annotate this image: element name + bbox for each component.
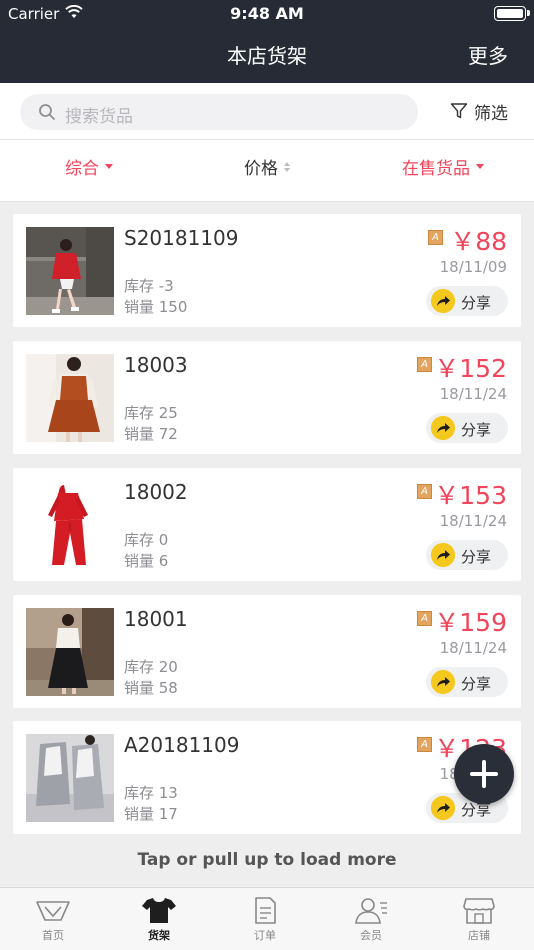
product-thumbnail bbox=[26, 608, 114, 696]
tab-shelf-label: 货架 bbox=[148, 929, 170, 942]
badge-a-icon: A bbox=[417, 611, 432, 626]
share-label: 分享 bbox=[461, 548, 492, 566]
filter-label: 筛选 bbox=[474, 103, 508, 124]
product-name: S20181109 bbox=[124, 226, 239, 250]
tab-home[interactable]: 首页 bbox=[18, 896, 88, 943]
product-stock: 库存 13 bbox=[124, 784, 178, 802]
sort-arrows-icon bbox=[284, 161, 290, 172]
product-date: 18/11/24 bbox=[439, 512, 507, 530]
home-icon bbox=[36, 901, 70, 921]
sort-price[interactable]: 价格 bbox=[244, 154, 290, 179]
product-stock: 库存 20 bbox=[124, 658, 178, 676]
share-button[interactable]: 分享 bbox=[426, 286, 508, 316]
sort-status[interactable]: 在售货品 bbox=[402, 154, 484, 179]
sort-price-label: 价格 bbox=[244, 159, 278, 179]
product-card[interactable]: 18003 库存 25 销量 72 A ￥152 18/11/24 分享 bbox=[13, 341, 521, 454]
product-price: ￥88 bbox=[450, 227, 507, 256]
share-icon bbox=[431, 543, 455, 567]
badge-a-icon: A bbox=[417, 357, 432, 372]
product-name: A20181109 bbox=[124, 733, 240, 757]
product-stock: 库存 0 bbox=[124, 531, 169, 549]
product-card[interactable]: 18002 库存 0 销量 6 A ￥153 18/11/24 分享 bbox=[13, 468, 521, 581]
product-price: ￥152 bbox=[434, 354, 507, 383]
product-name: 18001 bbox=[124, 607, 188, 631]
nav-header: Carrier 9:48 AM 本店货架 更多 bbox=[0, 0, 534, 83]
share-icon bbox=[431, 416, 455, 440]
tshirt-icon bbox=[142, 898, 176, 923]
product-stock: 库存 25 bbox=[124, 404, 178, 422]
product-thumbnail bbox=[26, 227, 114, 315]
tab-store-label: 店铺 bbox=[468, 929, 490, 942]
share-icon bbox=[431, 289, 455, 313]
share-button[interactable]: 分享 bbox=[426, 413, 508, 443]
tab-members-label: 会员 bbox=[360, 929, 382, 942]
add-product-button[interactable] bbox=[454, 744, 514, 804]
tab-orders[interactable]: 订单 bbox=[230, 896, 300, 943]
product-sales: 销量 6 bbox=[124, 552, 169, 570]
tab-store[interactable]: 店铺 bbox=[444, 896, 514, 943]
sort-comprehensive-label: 综合 bbox=[65, 159, 99, 179]
sort-status-label: 在售货品 bbox=[402, 159, 470, 179]
badge-a-icon: A bbox=[428, 230, 443, 245]
product-list[interactable]: S20181109 库存 -3 销量 150 A ￥88 18/11/09 分享 bbox=[0, 190, 534, 887]
caret-down-icon bbox=[105, 164, 113, 169]
share-button[interactable]: 分享 bbox=[426, 540, 508, 570]
load-more-label[interactable]: Tap or pull up to load more bbox=[0, 850, 534, 870]
badge-a-icon: A bbox=[417, 484, 432, 499]
tab-orders-label: 订单 bbox=[254, 929, 276, 942]
search-input[interactable]: 搜索货品 bbox=[20, 94, 418, 130]
product-sales: 销量 72 bbox=[124, 425, 178, 443]
product-thumbnail bbox=[26, 481, 114, 569]
product-name: 18002 bbox=[124, 480, 188, 504]
search-bar: 搜索货品 筛选 bbox=[0, 83, 534, 140]
product-sales: 销量 17 bbox=[124, 805, 178, 823]
share-icon bbox=[431, 670, 455, 694]
product-date: 18/11/24 bbox=[439, 639, 507, 657]
product-price: ￥153 bbox=[434, 481, 507, 510]
tab-bar: 首页 货架 订单 会员 店铺 bbox=[0, 887, 534, 950]
more-button[interactable]: 更多 bbox=[468, 40, 508, 69]
share-label: 分享 bbox=[461, 675, 492, 693]
tab-shelf[interactable]: 货架 bbox=[124, 896, 194, 943]
product-thumbnail bbox=[26, 734, 114, 822]
share-label: 分享 bbox=[461, 294, 492, 312]
share-button[interactable]: 分享 bbox=[426, 667, 508, 697]
search-icon bbox=[39, 104, 55, 120]
product-card[interactable]: A20181109 库存 13 销量 17 A ￥123 18/11/24 分享 bbox=[13, 721, 521, 834]
order-icon bbox=[255, 897, 276, 924]
product-sales: 销量 58 bbox=[124, 679, 178, 697]
battery-icon bbox=[494, 6, 526, 21]
product-price: ￥159 bbox=[434, 608, 507, 637]
page-title: 本店货架 bbox=[227, 44, 307, 68]
product-stock: 库存 -3 bbox=[124, 277, 174, 295]
product-card[interactable]: 18001 库存 20 销量 58 A ￥159 18/11/24 分享 bbox=[13, 595, 521, 708]
filter-button[interactable]: 筛选 bbox=[450, 98, 508, 124]
product-card[interactable]: S20181109 库存 -3 销量 150 A ￥88 18/11/09 分享 bbox=[13, 214, 521, 327]
member-icon bbox=[355, 898, 387, 924]
product-name: 18003 bbox=[124, 353, 188, 377]
share-label: 分享 bbox=[461, 421, 492, 439]
product-thumbnail bbox=[26, 354, 114, 442]
share-icon bbox=[431, 796, 455, 820]
badge-a-icon: A bbox=[417, 737, 432, 752]
clock: 9:48 AM bbox=[230, 4, 304, 23]
product-sales: 销量 150 bbox=[124, 298, 188, 316]
product-date: 18/11/09 bbox=[439, 258, 507, 276]
tab-home-label: 首页 bbox=[42, 929, 64, 942]
search-placeholder: 搜索货品 bbox=[65, 107, 133, 127]
sort-bar: 综合 价格 在售货品 bbox=[0, 140, 534, 190]
status-bar: Carrier 9:48 AM bbox=[0, 0, 534, 28]
filter-icon bbox=[450, 103, 468, 119]
store-icon bbox=[463, 898, 495, 924]
tab-members[interactable]: 会员 bbox=[336, 896, 406, 943]
product-date: 18/11/24 bbox=[439, 385, 507, 403]
caret-down-icon bbox=[476, 164, 484, 169]
sort-comprehensive[interactable]: 综合 bbox=[65, 154, 113, 179]
